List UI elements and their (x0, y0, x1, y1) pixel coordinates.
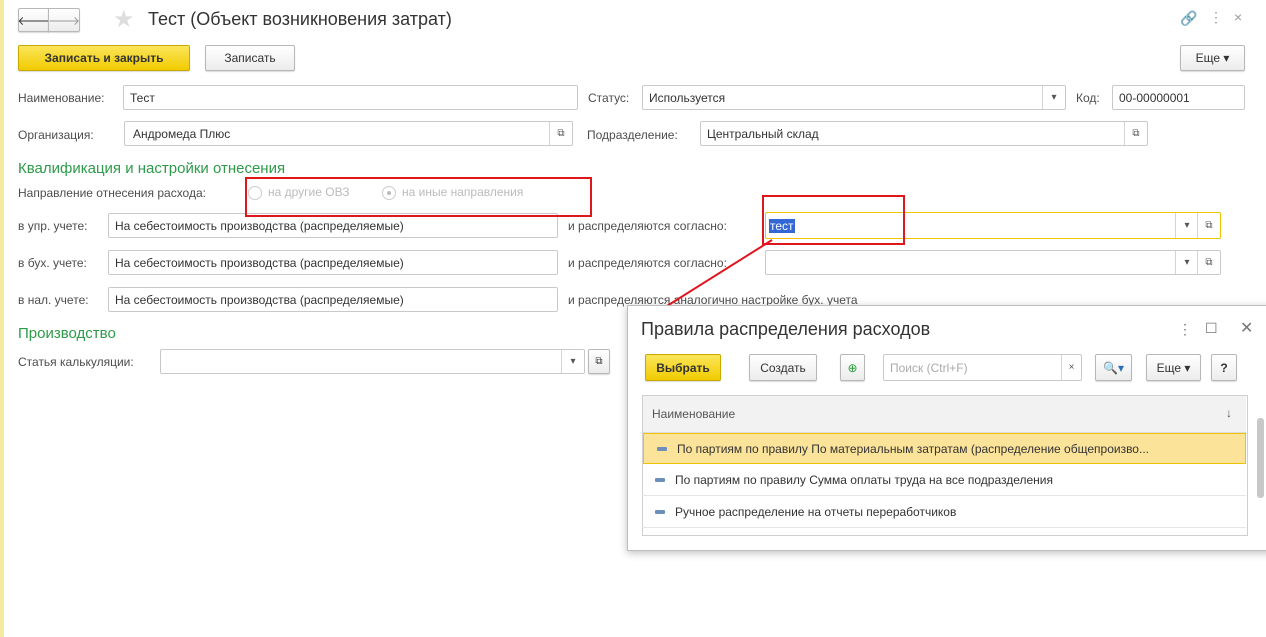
help-button[interactable]: ? (1211, 354, 1237, 381)
more-button[interactable]: Еще ▾ (1146, 354, 1201, 381)
search-placeholder: Поиск (Ctrl+F) (890, 360, 968, 375)
item-icon (655, 509, 665, 514)
select-button[interactable]: Выбрать (645, 354, 721, 381)
copy-add-icon[interactable]: ⊕ (840, 354, 865, 381)
scrollbar[interactable] (1257, 418, 1264, 498)
column-name: Наименование (652, 407, 736, 421)
clear-icon[interactable]: × (1061, 355, 1081, 380)
table-header[interactable]: Наименование ↓ (643, 396, 1246, 433)
more-menu-icon[interactable]: ⋮ (1178, 321, 1192, 338)
row-label: По партиям по правилу По материальным за… (677, 441, 1149, 456)
sort-icon[interactable]: ↓ (1226, 406, 1232, 420)
table-row[interactable]: По партиям по правилу По материальным за… (643, 433, 1246, 464)
close-icon[interactable]: ✕ (1240, 318, 1253, 338)
item-icon (655, 477, 665, 482)
table-row[interactable]: По партиям по правилу Сумма оплаты труда… (642, 464, 1246, 496)
row-label: По партиям по правилу Сумма оплаты труда… (675, 472, 1054, 487)
more-label: Еще (1156, 360, 1182, 375)
popup-title: Правила распределения расходов (641, 319, 931, 339)
item-icon (657, 446, 667, 451)
search-input[interactable]: Поиск (Ctrl+F) × (883, 354, 1082, 381)
search-icon[interactable]: 🔍▾ (1095, 354, 1132, 381)
rules-popup: Правила распределения расходов ⋮ ☐ ✕ Выб… (627, 305, 1266, 551)
create-button[interactable]: Создать (749, 354, 817, 381)
maximize-icon[interactable]: ☐ (1205, 320, 1218, 337)
row-label: Ручное распределение на отчеты переработ… (675, 504, 957, 519)
table-row[interactable]: Ручное распределение на отчеты переработ… (642, 496, 1246, 528)
